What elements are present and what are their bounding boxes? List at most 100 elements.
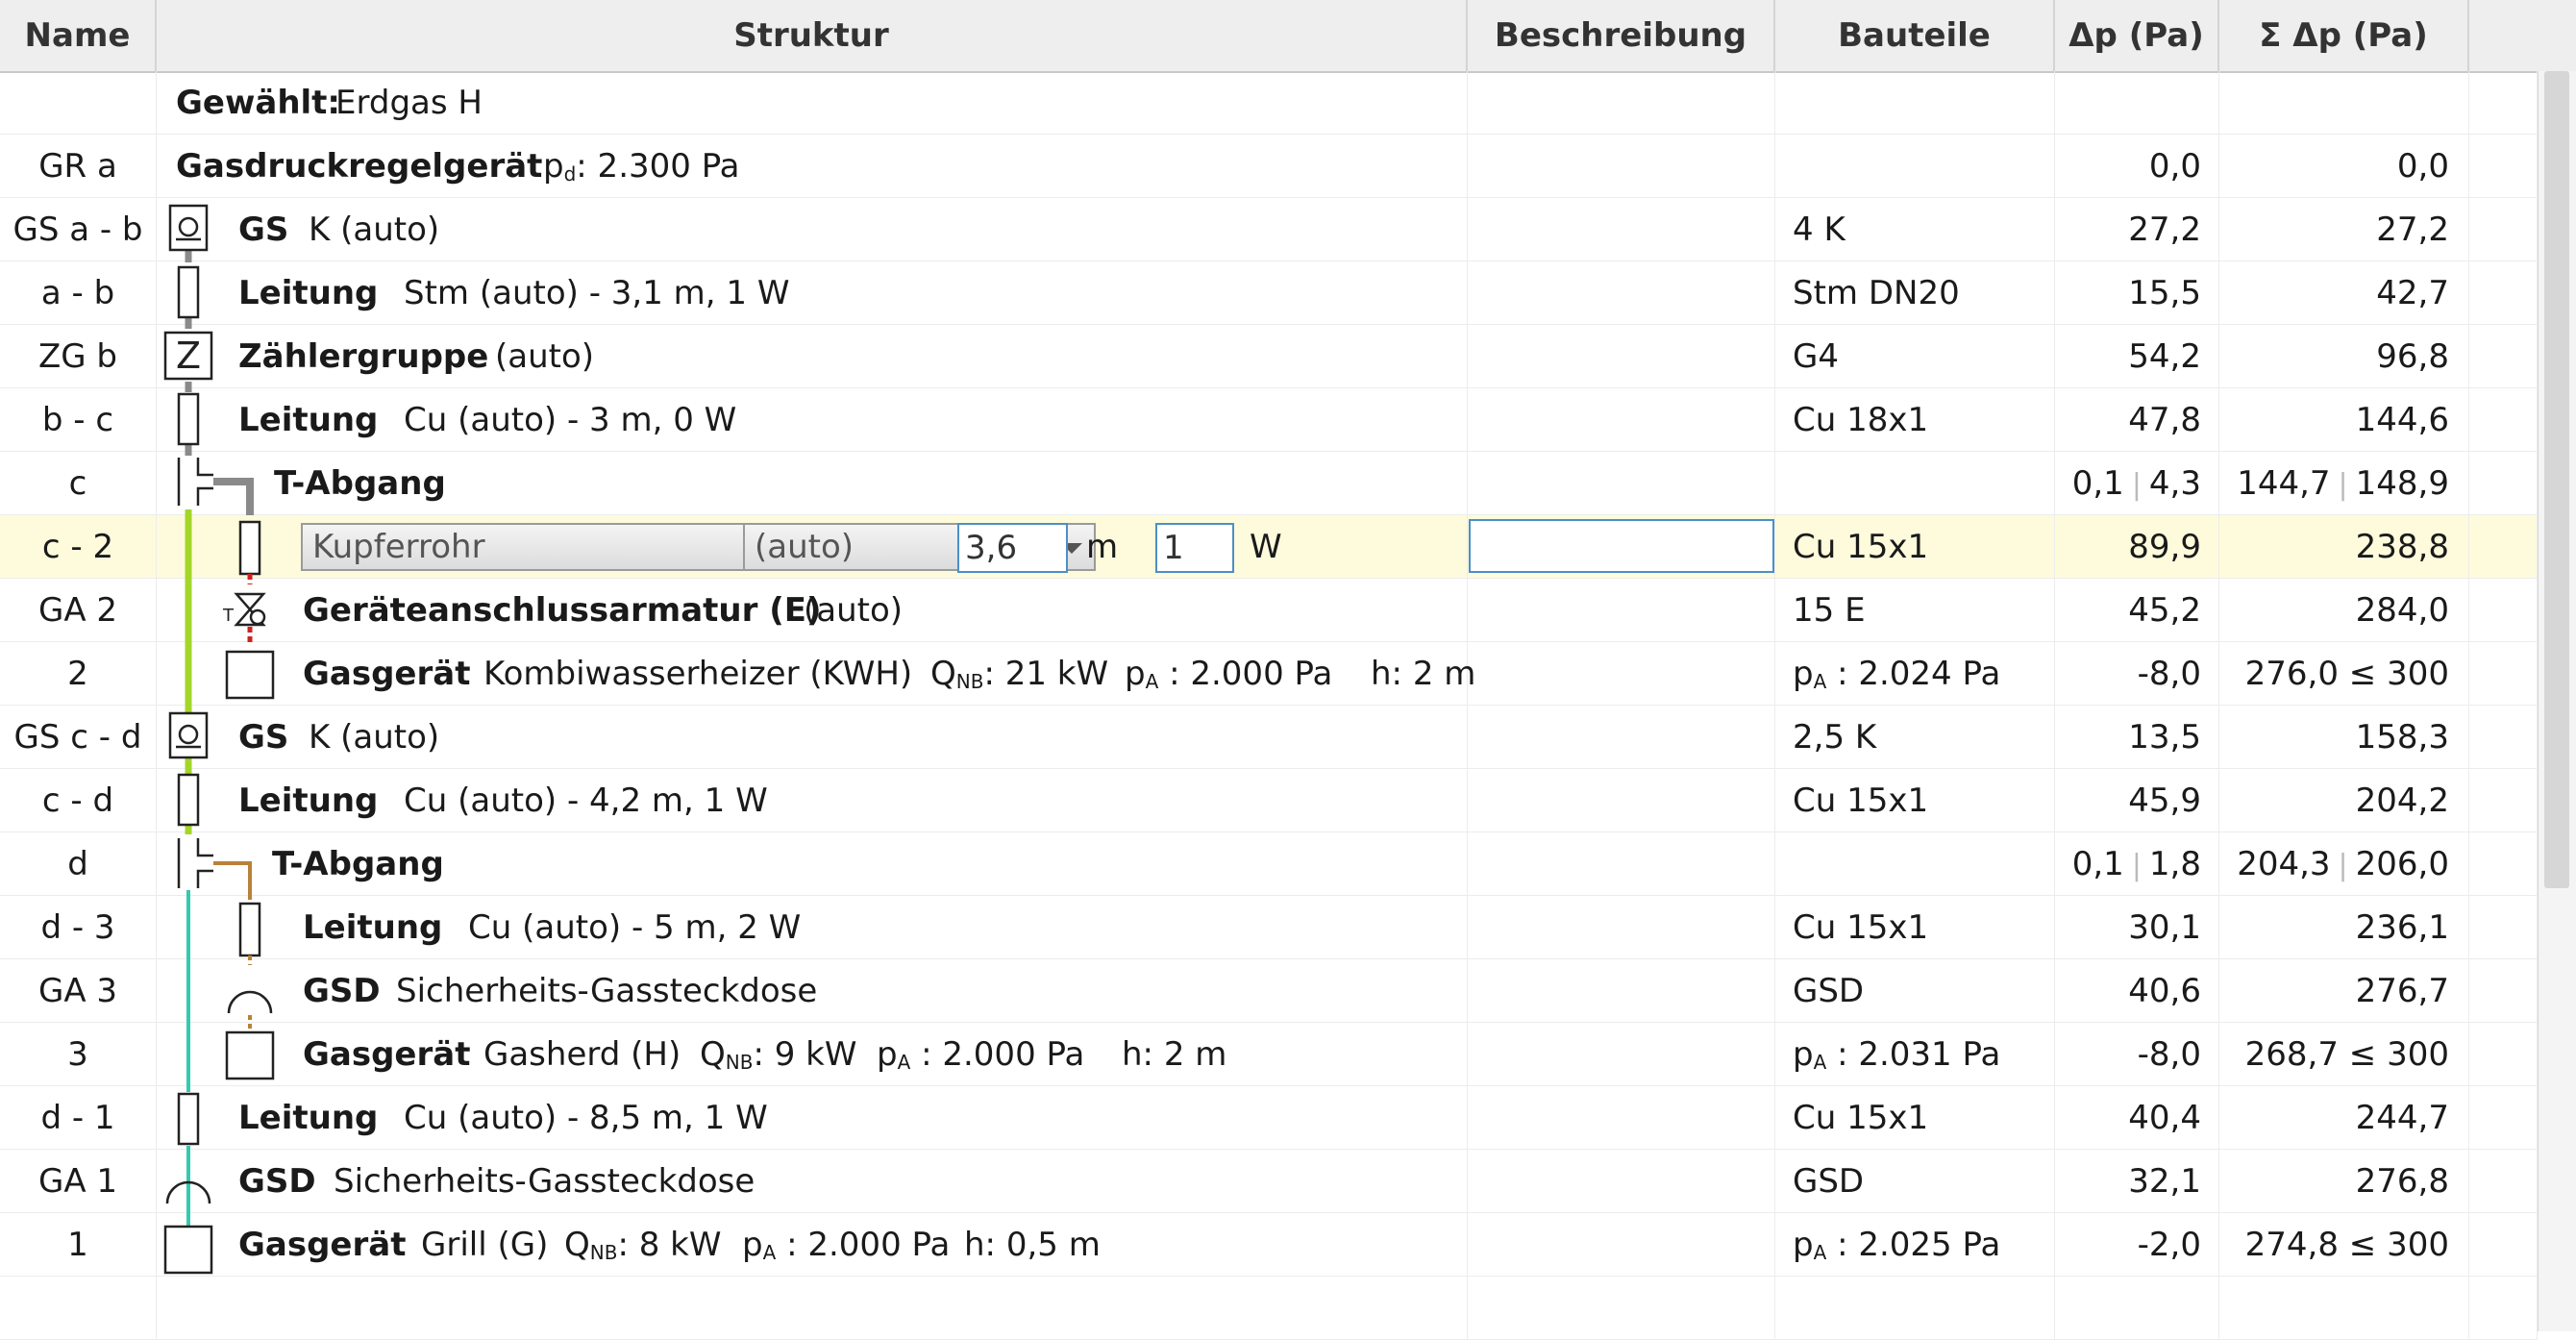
svg-text:T: T [222,606,235,626]
table-row[interactable]: ZG b Zählergruppe (auto) G4 54,2 96,8 [0,325,2538,388]
row-bauteile: GSD [1775,959,2055,1023]
row-extra [2469,1086,2538,1150]
table-row-selected[interactable]: c - 2 Kupferrohr (auto) 3,6 m 1 W Cu 15x… [0,515,2538,579]
row-dp: 0,0 [2055,135,2219,198]
table-row[interactable]: 2 Gasgerät Kombiwasserheizer (KWH) QNB: … [0,642,2538,706]
row-sum-dp: 96,8 [2219,325,2469,388]
row-name: 3 [0,1023,157,1086]
row-dp: 89,9 [2055,515,2219,579]
row-dp: 40,6 [2055,959,2219,1023]
table-row[interactable]: GA 1 GSD Sicherheits-Gassteckdose GSD 32… [0,1150,2538,1213]
row-label: T-Abgang [274,464,446,503]
row-structure: Gasdruckregelgerät pd: 2.300 Pa [157,135,1468,198]
row-description[interactable] [1468,706,1775,769]
table-row[interactable]: 1 Gasgerät Grill (G) QNB: 8 kW pA : 2.00… [0,1213,2538,1277]
fitting-count-unit: W [1250,528,1282,566]
bauteile-value: : 2.031 Pa [1826,1035,2001,1074]
table-row[interactable]: d - 3 Leitung Cu (auto) - 5 m, 2 W Cu 15… [0,896,2538,959]
row-description[interactable] [1468,642,1775,706]
row-extra [2469,198,2538,261]
row-sum-dp: 27,2 [2219,198,2469,261]
row-description[interactable] [1468,832,1775,896]
row-sum-dp: 144,7 | 148,9 [2219,452,2469,515]
fitting-count-input[interactable]: 1 [1155,523,1234,573]
row-structure [157,1277,1468,1340]
gas-appliance-icon [225,1030,275,1080]
row-description[interactable] [1468,452,1775,515]
row-bauteile: Cu 15x1 [1775,896,2055,959]
row-text: Gasherd (H) [483,1035,681,1074]
row-extra [2469,71,2538,135]
table-row[interactable]: GS c - d GS K (auto) 2,5 K 13,5 158,3 [0,706,2538,769]
row-name: a - b [0,261,157,325]
row-description[interactable] [1468,261,1775,325]
length-unit: m [1086,528,1119,566]
description-input[interactable] [1469,519,1774,573]
row-description[interactable] [1468,579,1775,642]
row-dp [2055,1277,2219,1340]
column-header-bauteile[interactable]: Bauteile [1775,0,2055,71]
pipe-segment-icon [177,773,200,827]
row-text: (auto) [804,591,904,630]
table-row[interactable]: GS a - b GS K (auto) 4 K 27,2 27,2 [0,198,2538,261]
row-bauteile: Cu 15x1 [1775,515,2055,579]
column-header-struktur[interactable]: Struktur [157,0,1468,71]
table-row[interactable]: 3 Gasgerät Gasherd (H) QNB: 9 kW pA : 2.… [0,1023,2538,1086]
scrollbar-thumb[interactable] [2544,71,2569,888]
gas-flow-monitor-icon [168,204,209,252]
row-description[interactable] [1468,135,1775,198]
pipe-segment-icon [177,392,200,446]
table-row[interactable]: d - 1 Leitung Cu (auto) - 8,5 m, 1 W Cu … [0,1086,2538,1150]
row-sum-dp: 42,7 [2219,261,2469,325]
row-structure: T-Abgang [157,832,1468,896]
row-bauteile [1775,135,2055,198]
length-input[interactable]: 3,6 [957,523,1068,573]
table-row[interactable]: GA 3 GSD Sicherheits-Gassteckdose GSD 40… [0,959,2538,1023]
row-description[interactable] [1468,959,1775,1023]
table-row[interactable]: a - b Leitung Stm (auto) - 3,1 m, 1 W St… [0,261,2538,325]
row-extra [2469,1277,2538,1340]
row-description[interactable] [1468,198,1775,261]
row-pressure: pd: 2.300 Pa [543,135,740,206]
row-description[interactable] [1468,896,1775,959]
row-description[interactable] [1468,388,1775,452]
table-row[interactable]: b - c Leitung Cu (auto) - 3 m, 0 W Cu 18… [0,388,2538,452]
table-row[interactable]: Gewählt: Erdgas H [0,71,2538,135]
column-header-name[interactable]: Name [0,0,157,71]
pressure-value: 2.000 Pa [1190,655,1333,693]
row-description[interactable] [1468,71,1775,135]
row-description[interactable] [1468,1150,1775,1213]
sum-dp-branch-a: 144,7 [2237,464,2331,503]
row-description[interactable] [1468,1213,1775,1277]
row-dp: 47,8 [2055,388,2219,452]
table-row[interactable]: d T-Abgang 0,1 | 1,8 204,3 | 206,0 [0,832,2538,896]
pipe-segment-icon [238,902,261,965]
row-name: 1 [0,1213,157,1277]
row-text: Sicherheits-Gassteckdose [396,972,818,1010]
bauteile-value: : 2.025 Pa [1826,1226,2001,1264]
row-description[interactable] [1468,1023,1775,1086]
table-row[interactable]: GR a Gasdruckregelgerät pd: 2.300 Pa 0,0… [0,135,2538,198]
row-dp: 40,4 [2055,1086,2219,1150]
column-header-sum-dp[interactable]: Σ Δp (Pa) [2219,0,2469,71]
row-dp: 0,1 | 4,3 [2055,452,2219,515]
row-description[interactable] [1468,1086,1775,1150]
table-row[interactable]: c - d Leitung Cu (auto) - 4,2 m, 1 W Cu … [0,769,2538,832]
row-dp: -2,0 [2055,1213,2219,1277]
row-description[interactable] [1468,769,1775,832]
row-name: GR a [0,135,157,198]
table-row[interactable]: c T-Abgang 0,1 | 4,3 144,7 | 148,9 [0,452,2538,515]
row-extra [2469,896,2538,959]
row-name: c - d [0,769,157,832]
row-name [0,71,157,135]
column-header-beschreibung[interactable]: Beschreibung [1468,0,1775,71]
row-description[interactable] [1468,325,1775,388]
power-value: 8 kW [638,1226,722,1264]
row-dp: -8,0 [2055,1023,2219,1086]
table-row[interactable]: GA 2 Geräteanschlussarmatur (E) (auto) 1… [0,579,2538,642]
column-header-dp[interactable]: Δp (Pa) [2055,0,2219,71]
vertical-scrollbar[interactable] [2538,71,2576,1331]
row-name: GA 2 [0,579,157,642]
value-separator: | [2338,849,2348,882]
row-structure: Kupferrohr (auto) 3,6 m 1 W [157,515,1468,579]
